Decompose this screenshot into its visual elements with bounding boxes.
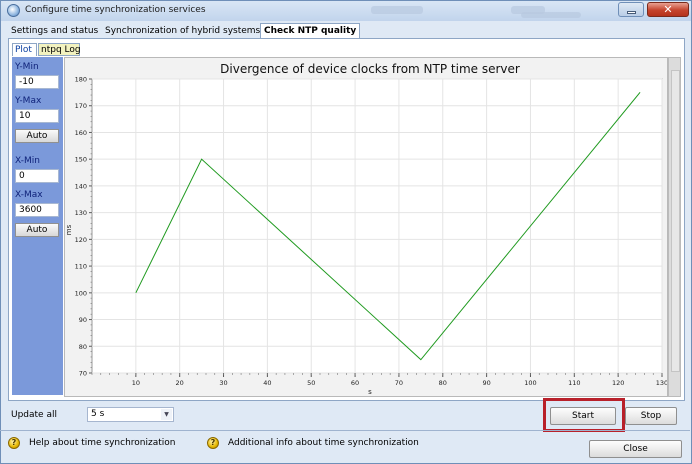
update-all-label: Update all	[11, 410, 57, 420]
update-interval-value: 5 s	[91, 409, 105, 419]
question-icon[interactable]: ?	[207, 437, 219, 449]
y-tick-label: 180	[75, 76, 87, 84]
x-tick-label: 50	[307, 379, 315, 387]
question-icon[interactable]: ?	[8, 437, 20, 449]
xmin-field[interactable]: 0	[15, 169, 59, 183]
plot-area: Divergence of device clocks from NTP tim…	[64, 57, 668, 397]
start-button[interactable]: Start	[550, 407, 616, 425]
x-tick-label: 110	[568, 379, 580, 387]
title-bar: Configure time synchronization services …	[1, 1, 691, 21]
tab-settings-and-status[interactable]: Settings and status	[8, 24, 101, 38]
scrollbar-thumb[interactable]	[671, 70, 680, 372]
plot-canvas	[91, 78, 663, 374]
dropdown-arrow-icon: ▼	[161, 409, 172, 420]
axis-settings-panel: Y-Min -10 Y-Max 10 Auto X-Min 0 X-Max 36…	[12, 57, 63, 395]
x-tick-label: 130	[656, 379, 667, 387]
minimize-icon	[627, 11, 636, 14]
minimize-button[interactable]	[618, 2, 644, 17]
x-tick-label: 30	[219, 379, 227, 387]
y-tick-label: 150	[75, 156, 87, 164]
y-tick-label: 70	[79, 370, 87, 378]
stop-button[interactable]: Stop	[625, 407, 677, 425]
close-icon: ✕	[663, 3, 673, 16]
y-tick-label: 140	[75, 182, 87, 190]
subtab-plot[interactable]: Plot	[12, 43, 37, 56]
chart-title: Divergence of device clocks from NTP tim…	[220, 62, 520, 76]
footer-separator	[0, 430, 690, 431]
x-tick-label: 40	[263, 379, 271, 387]
y-tick-label: 130	[75, 209, 87, 217]
auto-y-button[interactable]: Auto	[15, 129, 59, 143]
ntp-divergence-chart: Divergence of device clocks from NTP tim…	[65, 62, 668, 396]
close-dialog-button[interactable]: Close	[589, 440, 682, 458]
xmax-field[interactable]: 3600	[15, 203, 59, 217]
y-tick-label: 100	[75, 289, 87, 297]
ymax-label: Y-Max	[15, 96, 42, 106]
y-tick-label: 160	[75, 129, 87, 137]
x-tick-label: 20	[176, 379, 184, 387]
y-tick-label: 170	[75, 102, 87, 110]
y-tick-label: 80	[79, 343, 87, 351]
x-tick-label: 70	[395, 379, 403, 387]
xmin-label: X-Min	[15, 156, 40, 166]
x-axis-label: s	[368, 388, 372, 396]
x-tick-label: 60	[351, 379, 359, 387]
blurred-background-text	[521, 12, 581, 18]
x-tick-label: 120	[612, 379, 624, 387]
tab-check-ntp-quality[interactable]: Check NTP quality	[260, 23, 361, 38]
x-tick-label: 100	[524, 379, 536, 387]
ymax-field[interactable]: 10	[15, 109, 59, 123]
x-tick-label: 80	[439, 379, 447, 387]
y-axis-label: ms	[65, 224, 73, 235]
subtab-ntpq-log[interactable]: ntpq Log	[38, 43, 81, 56]
auto-x-button[interactable]: Auto	[15, 223, 59, 237]
blurred-background-text	[371, 6, 423, 14]
y-tick-label: 110	[75, 263, 87, 271]
x-tick-label: 10	[132, 379, 140, 387]
y-tick-label: 120	[75, 236, 87, 244]
close-window-button[interactable]: ✕	[647, 2, 689, 17]
y-tick-label: 90	[79, 316, 87, 324]
ymin-label: Y-Min	[15, 62, 39, 72]
x-tick-label: 90	[482, 379, 490, 387]
tab-hybrid-systems[interactable]: Synchronization of hybrid systems	[102, 24, 263, 38]
plot-scrollbar[interactable]	[668, 57, 681, 397]
window-title: Configure time synchronization services	[25, 5, 206, 15]
ymin-field[interactable]: -10	[15, 75, 59, 89]
xmax-label: X-Max	[15, 190, 43, 200]
app-clock-icon	[7, 4, 20, 17]
help-link[interactable]: Help about time synchronization	[29, 438, 175, 448]
update-interval-select[interactable]: 5 s ▼	[87, 407, 174, 422]
info-link[interactable]: Additional info about time synchronizati…	[228, 438, 419, 448]
